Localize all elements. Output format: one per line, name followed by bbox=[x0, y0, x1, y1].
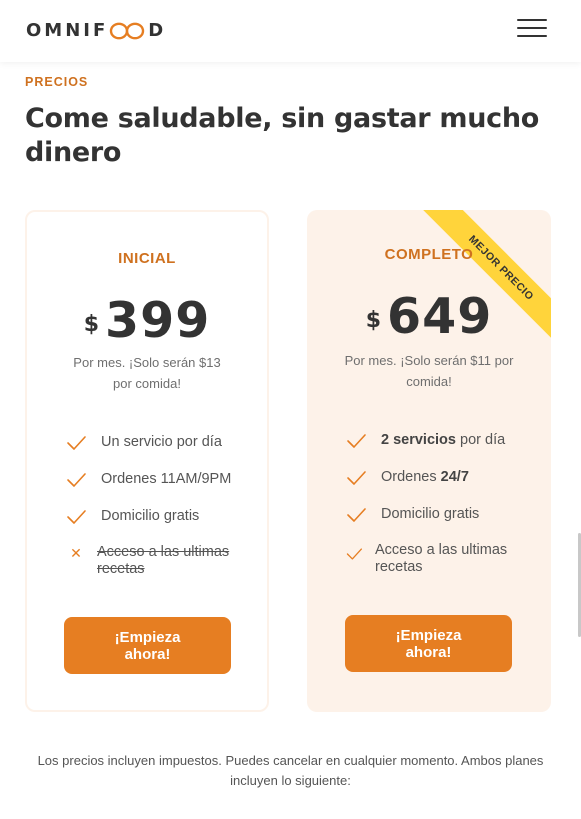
section-eyebrow: PRECIOS bbox=[25, 75, 89, 89]
checkmark-icon bbox=[347, 434, 366, 448]
feature-text-line-2: recetas bbox=[375, 559, 423, 575]
price-note-line-1: Por mes. ¡Solo serán $13 bbox=[73, 355, 221, 370]
feature-text: Domicilio gratis bbox=[381, 506, 480, 522]
pricing-card-starter: INICIAL $399 Por mes. ¡Solo serán $13 po… bbox=[25, 210, 269, 712]
price-amount: 649 bbox=[387, 288, 493, 345]
pricing-footnote: Los precios incluyen impuestos. Puedes c… bbox=[20, 751, 561, 791]
feature-text: Acceso a las ultimas recetas bbox=[375, 542, 507, 576]
checkmark-icon bbox=[346, 548, 363, 560]
cta-label-line-2: ahora! bbox=[405, 643, 452, 661]
site-header: OMNIF D bbox=[0, 0, 581, 62]
plan-name: INICIAL bbox=[118, 250, 176, 267]
omnifood-logo[interactable]: OMNIF D bbox=[26, 20, 166, 41]
feature-text-rest: por día bbox=[455, 432, 506, 448]
cta-label-line-2: ahora! bbox=[124, 645, 171, 663]
feature-text-rest: Ordenes bbox=[381, 469, 441, 485]
price-note: Por mes. ¡Solo serán $11 por comida! bbox=[337, 350, 521, 392]
pricing-card-complete: MEJOR PRECIO COMPLETO $649 Por mes. ¡Sol… bbox=[307, 210, 551, 712]
cta-label: ¡Empieza ahora! bbox=[396, 627, 462, 661]
price-currency: $ bbox=[83, 312, 99, 337]
close-icon: ✕ bbox=[70, 545, 82, 561]
logo-text-start: OMNIF bbox=[26, 20, 109, 41]
feature-text: Ordenes 24/7 bbox=[381, 469, 469, 486]
feature-text: Acceso a las ultimas recetas bbox=[97, 544, 229, 578]
feature-text: Domicilio gratis bbox=[101, 508, 200, 524]
cta-label: ¡Empieza ahora! bbox=[115, 629, 181, 663]
start-now-button[interactable]: ¡Empieza ahora! bbox=[345, 615, 512, 672]
checkmark-icon bbox=[67, 436, 86, 450]
feature-text: Ordenes 11AM/9PM bbox=[101, 471, 232, 487]
logo-text-end: D bbox=[148, 20, 167, 41]
price-note: Por mes. ¡Solo serán $13 por comida! bbox=[57, 352, 237, 394]
price-note-line-2: por comida! bbox=[113, 376, 181, 391]
checkmark-icon bbox=[347, 508, 366, 522]
section-heading: Come saludable, sin gastar mucho dinero bbox=[25, 102, 545, 170]
heading-line-1: Come saludable, sin gastar mucho bbox=[25, 103, 540, 134]
logo-infinity-icon bbox=[110, 22, 145, 39]
start-now-button[interactable]: ¡Empieza ahora! bbox=[64, 617, 231, 674]
checkmark-icon bbox=[67, 510, 86, 524]
feature-item: 2 servicios por día bbox=[345, 432, 531, 451]
menu-icon[interactable] bbox=[517, 18, 547, 40]
price-note-line-2: comida! bbox=[406, 374, 452, 389]
feature-item: Domicilio gratis bbox=[345, 506, 531, 525]
feature-text-line-1: Acceso a las ultimas bbox=[375, 542, 508, 558]
plan-price: $649 bbox=[307, 288, 551, 345]
cta-label-line-1: ¡Empieza bbox=[114, 628, 181, 646]
feature-item: Un servicio por día bbox=[65, 434, 247, 453]
heading-line-2: dinero bbox=[25, 137, 122, 168]
feature-item-excluded: ✕ Acceso a las ultimas recetas bbox=[65, 544, 247, 578]
feature-item: Ordenes 24/7 bbox=[345, 469, 531, 488]
feature-item: Ordenes 11AM/9PM bbox=[65, 471, 247, 490]
checkmark-icon bbox=[347, 471, 366, 485]
plan-price: $399 bbox=[27, 292, 267, 349]
footnote-line-1: Los precios incluyen impuestos. Puedes c… bbox=[37, 753, 544, 768]
checkmark-icon bbox=[67, 473, 86, 487]
price-note-line-1: Por mes. ¡Solo serán $11 por bbox=[344, 353, 514, 368]
feature-text-bold: 2 servicios bbox=[381, 432, 456, 448]
feature-text: Un servicio por día bbox=[101, 434, 222, 450]
price-currency: $ bbox=[365, 308, 381, 333]
feature-text-line-2: recetas bbox=[97, 561, 145, 577]
feature-item: Acceso a las ultimas recetas bbox=[345, 542, 531, 576]
footnote-line-2: incluyen lo siguiente: bbox=[230, 773, 351, 788]
feature-text: 2 servicios por día bbox=[381, 432, 505, 449]
plan-name: COMPLETO bbox=[384, 246, 474, 263]
price-amount: 399 bbox=[105, 292, 211, 349]
feature-item: Domicilio gratis bbox=[65, 508, 247, 527]
feature-text-line-1: Acceso a las ultimas bbox=[97, 544, 230, 560]
cta-label-line-1: ¡Empieza bbox=[395, 626, 462, 644]
feature-text-bold: 24/7 bbox=[440, 469, 469, 485]
